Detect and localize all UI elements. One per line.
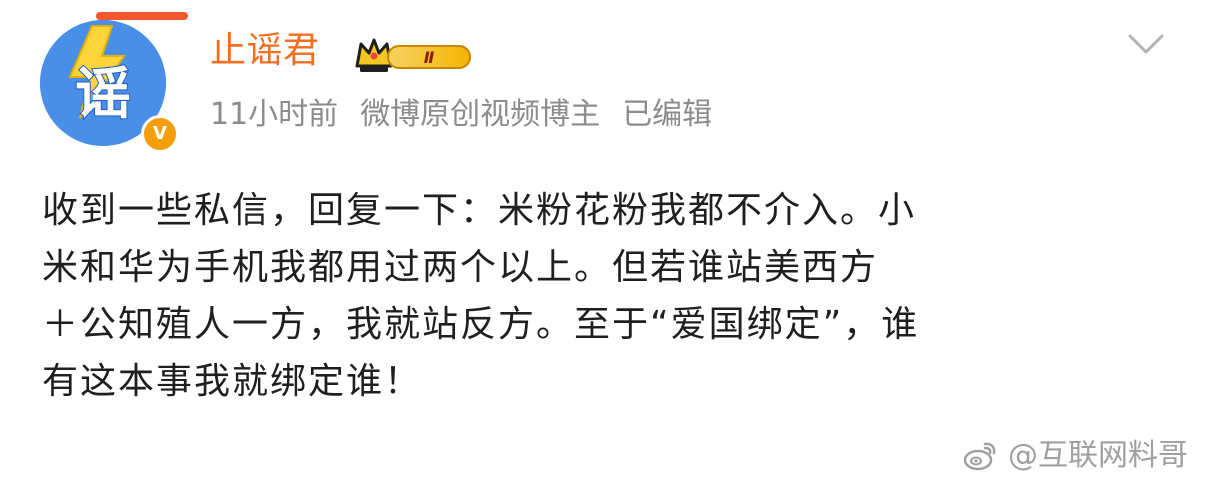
avatar-wrap[interactable]: 谣 V — [40, 12, 188, 153]
weibo-logo-icon — [963, 442, 996, 471]
watermark-text: @互联网料哥 — [1008, 438, 1188, 473]
level-badge: Ⅱ — [353, 35, 471, 75]
post-body-line: ＋公知殖人一方，我就站反方。至于“爱国绑定”，谁 — [42, 304, 920, 345]
post-meta: 11小时前 微博原创视频博主 已编辑 — [210, 96, 712, 134]
verified-badge-label: V — [153, 123, 167, 144]
avatar-label: 谣 — [75, 62, 131, 127]
post-edited-status: 已编辑 — [622, 97, 713, 132]
avatar-top-accent — [96, 12, 188, 20]
level-label: Ⅱ — [423, 47, 435, 67]
more-options-button[interactable] — [1126, 28, 1166, 60]
watermark: @互联网料哥 — [960, 436, 1188, 476]
post-time: 11小时前 — [210, 97, 339, 132]
post-source: 微博原创视频博主 — [360, 97, 601, 132]
post-body-line: 有这本事我就绑定谁！ — [42, 361, 423, 402]
chevron-down-icon — [1128, 34, 1164, 54]
username[interactable]: 止谣君 — [210, 29, 320, 73]
post-body-line: 收到一些私信，回复一下：米粉花粉我都不介入。小 — [42, 190, 917, 231]
verified-badge: V — [141, 115, 179, 153]
post-body: 收到一些私信，回复一下：米粉花粉我都不介入。小 米和华为手机我都用过两个以上。但… — [42, 182, 1162, 410]
level-pill: Ⅱ — [387, 45, 471, 69]
post-body-line: 米和华为手机我都用过两个以上。但若谁站美西方 — [42, 247, 879, 288]
